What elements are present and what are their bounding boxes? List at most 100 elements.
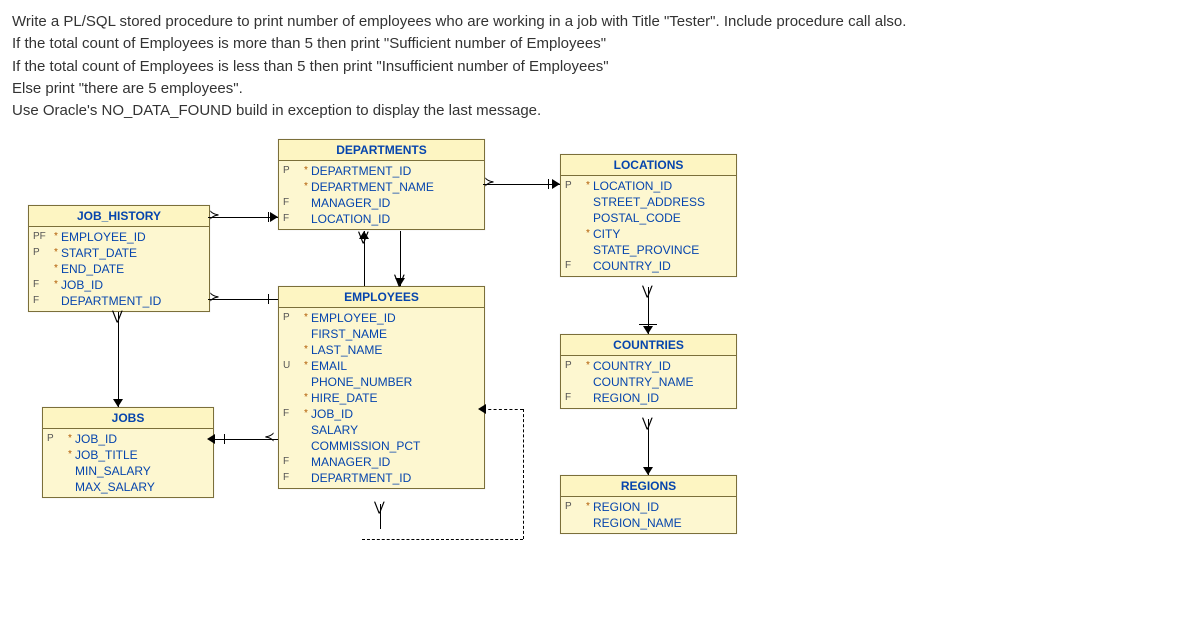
column-row: FDEPARTMENT_ID xyxy=(279,470,484,486)
column-row: FDEPARTMENT_ID xyxy=(29,293,209,309)
connector-dashed xyxy=(523,409,524,539)
column-name: REGION_ID xyxy=(593,499,659,515)
key-indicator: P xyxy=(47,431,65,447)
mandatory-indicator: * xyxy=(301,390,311,406)
key-indicator: F xyxy=(283,195,301,211)
column-row: F REGION_ID xyxy=(561,390,736,406)
column-name: JOB_ID xyxy=(311,406,353,422)
question-line: If the total count of Employees is more … xyxy=(12,34,1188,54)
column-row: P*DEPARTMENT_ID xyxy=(279,163,484,179)
column-row: *DEPARTMENT_NAME xyxy=(279,179,484,195)
mandatory-indicator: * xyxy=(301,342,311,358)
column-row: *JOB_TITLE xyxy=(43,447,213,463)
arrow-icon xyxy=(478,404,486,414)
column-row: *LAST_NAME xyxy=(279,342,484,358)
key-indicator: F xyxy=(565,258,583,274)
mandatory-indicator: * xyxy=(65,431,75,447)
column-row: *HIRE_DATE xyxy=(279,390,484,406)
crowfoot-tick xyxy=(268,212,269,222)
key-indicator: F xyxy=(283,470,301,486)
crowfoot-tick xyxy=(548,179,549,189)
column-row: REGION_NAME xyxy=(561,515,736,531)
column-row: P*JOB_ID xyxy=(43,431,213,447)
entity-body: P*LOCATION_IDSTREET_ADDRESSPOSTAL_CODE*C… xyxy=(561,176,736,276)
column-row: P*REGION_ID xyxy=(561,499,736,515)
entity-title: COUNTRIES xyxy=(561,335,736,356)
entity-title: REGIONS xyxy=(561,476,736,497)
entity-title: EMPLOYEES xyxy=(279,287,484,308)
column-name: EMAIL xyxy=(311,358,347,374)
column-row: POSTAL_CODE xyxy=(561,210,736,226)
key-indicator: F xyxy=(565,390,583,406)
crowfoot-icon: ⋁ xyxy=(374,501,385,513)
entity-body: P*COUNTRY_IDCOUNTRY_NAMEFREGION_ID xyxy=(561,356,736,408)
key-indicator: U xyxy=(283,358,301,374)
column-name: START_DATE xyxy=(61,245,137,261)
arrow-icon xyxy=(552,179,560,189)
column-row: STREET_ADDRESS xyxy=(561,194,736,210)
connector xyxy=(118,312,119,407)
crowfoot-icon: ≻ xyxy=(209,209,220,221)
key-indicator: P xyxy=(283,310,301,326)
crowfoot-icon: ⋁ xyxy=(394,274,405,286)
column-name: MANAGER_ID xyxy=(311,454,390,470)
column-row: PF*EMPLOYEE_ID xyxy=(29,229,209,245)
column-name: REGION_NAME xyxy=(593,515,682,531)
column-row: F COUNTRY_ID xyxy=(561,258,736,274)
arrow-icon xyxy=(270,212,278,222)
column-name: DEPARTMENT_NAME xyxy=(311,179,434,195)
column-name: POSTAL_CODE xyxy=(593,210,681,226)
mandatory-indicator: * xyxy=(583,499,593,515)
mandatory-indicator: * xyxy=(301,358,311,374)
column-name: SALARY xyxy=(311,422,358,438)
crowfoot-icon: ≻ xyxy=(484,176,495,188)
entity-body: P*REGION_IDREGION_NAME xyxy=(561,497,736,533)
er-diagram: JOB_HISTORY PF*EMPLOYEE_IDP*START_DATE*E… xyxy=(12,139,1188,579)
key-indicator: P xyxy=(33,245,51,261)
column-name: LOCATION_ID xyxy=(311,211,390,227)
mandatory-indicator: * xyxy=(583,178,593,194)
entity-departments: DEPARTMENTS P*DEPARTMENT_ID*DEPARTMENT_N… xyxy=(278,139,485,230)
mandatory-indicator: * xyxy=(583,226,593,242)
question-line: Write a PL/SQL stored procedure to print… xyxy=(12,12,1188,32)
column-name: COMMISSION_PCT xyxy=(311,438,420,454)
column-row: F*JOB_ID xyxy=(279,406,484,422)
question-line: Else print "there are 5 employees". xyxy=(12,79,1188,99)
mandatory-indicator: * xyxy=(51,245,61,261)
crowfoot-icon: ⋁ xyxy=(642,285,653,297)
mandatory-indicator: * xyxy=(51,277,61,293)
crowfoot-icon: ⋁ xyxy=(642,417,653,429)
column-name: MIN_SALARY xyxy=(75,463,151,479)
column-row: F LOCATION_ID xyxy=(279,211,484,227)
arrow-icon xyxy=(359,231,369,239)
arrow-icon xyxy=(643,467,653,475)
column-name: EMPLOYEE_ID xyxy=(61,229,146,245)
column-name: CITY xyxy=(593,226,620,242)
column-name: END_DATE xyxy=(61,261,124,277)
key-indicator: F xyxy=(33,293,51,309)
key-indicator: P xyxy=(565,178,583,194)
crowfoot-icon: ⋁ xyxy=(112,310,123,322)
column-row: COMMISSION_PCT xyxy=(279,438,484,454)
key-indicator: P xyxy=(283,163,301,179)
column-name: MANAGER_ID xyxy=(311,195,390,211)
column-row: *CITY xyxy=(561,226,736,242)
mandatory-indicator: * xyxy=(65,447,75,463)
column-row: P*EMPLOYEE_ID xyxy=(279,310,484,326)
key-indicator: F xyxy=(283,454,301,470)
column-row: U*EMAIL xyxy=(279,358,484,374)
key-indicator: P xyxy=(565,358,583,374)
column-name: REGION_ID xyxy=(593,390,659,406)
mandatory-indicator: * xyxy=(301,163,311,179)
column-name: COUNTRY_ID xyxy=(593,258,671,274)
column-row: SALARY xyxy=(279,422,484,438)
entity-body: P*EMPLOYEE_IDFIRST_NAME*LAST_NAMEU*EMAIL… xyxy=(279,308,484,488)
entity-regions: REGIONS P*REGION_IDREGION_NAME xyxy=(560,475,737,534)
entity-locations: LOCATIONS P*LOCATION_IDSTREET_ADDRESSPOS… xyxy=(560,154,737,277)
entity-title: JOB_HISTORY xyxy=(29,206,209,227)
key-indicator: F xyxy=(283,211,301,227)
column-row: MAX_SALARY xyxy=(43,479,213,495)
column-name: HIRE_DATE xyxy=(311,390,377,406)
column-row: F MANAGER_ID xyxy=(279,195,484,211)
column-row: FIRST_NAME xyxy=(279,326,484,342)
